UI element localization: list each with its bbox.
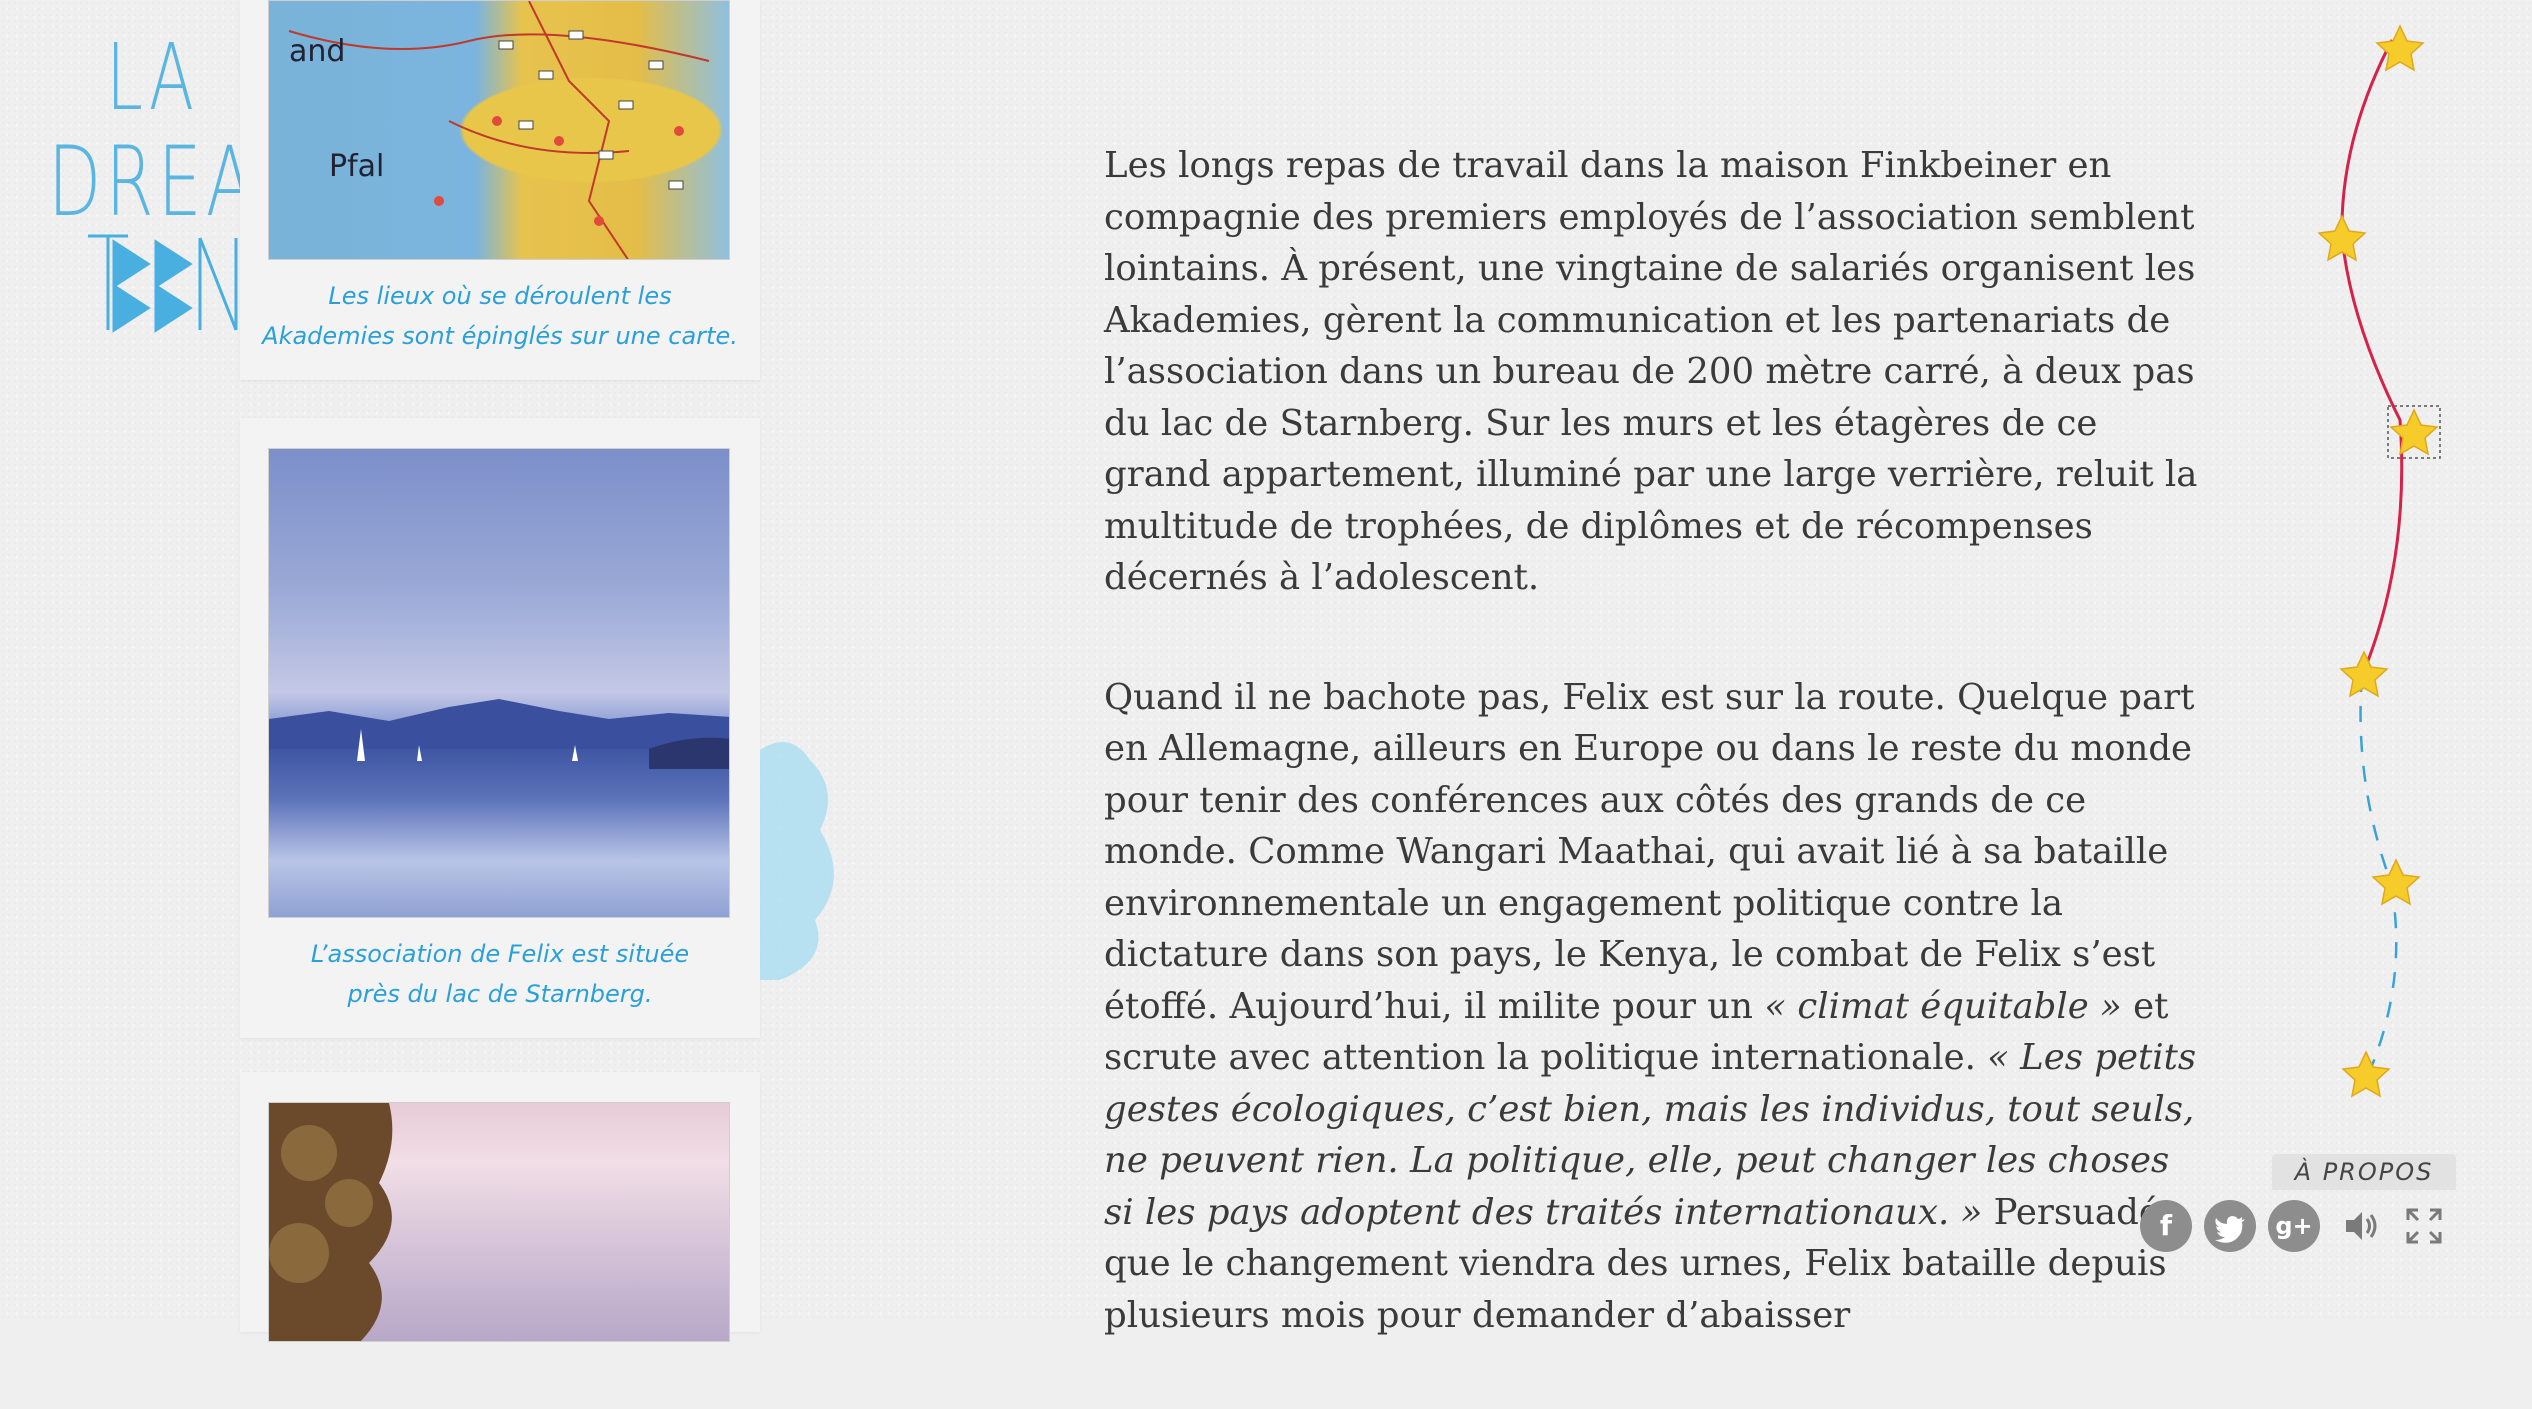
- photo-card-map: and Pfal Les lieux où se déroulent les A…: [240, 0, 760, 380]
- paragraph-2-quote-1: « climat équitable »: [1764, 985, 2122, 1027]
- caption-line-2: Akademies sont épinglés sur une carte.: [262, 322, 738, 350]
- article-paragraph-2: Quand il ne bachote pas, Felix est sur l…: [1104, 672, 2204, 1342]
- map-photo-caption: Les lieux où se déroulent les Akademies …: [240, 276, 760, 356]
- google-plus-share-button[interactable]: g+: [2268, 1200, 2320, 1252]
- lake-photo-caption: L’association de Felix est située près d…: [240, 934, 760, 1014]
- sound-toggle-icon[interactable]: [2340, 1204, 2384, 1248]
- chapter-progress-track: [2317, 24, 2441, 1098]
- logo-line-1: LA: [106, 24, 199, 131]
- facebook-icon: f: [2159, 1209, 2173, 1242]
- photo-card-lake: L’association de Felix est située près d…: [240, 418, 760, 1038]
- sunset-photo: [268, 1102, 730, 1342]
- caption-line-1: L’association de Felix est située: [310, 940, 690, 968]
- about-link[interactable]: À PROPOS: [2272, 1154, 2456, 1190]
- facebook-share-button[interactable]: f: [2140, 1200, 2192, 1252]
- chapter-star-1[interactable]: [2375, 24, 2425, 72]
- twitter-share-button[interactable]: [2204, 1200, 2256, 1252]
- logo-teen-mark: [88, 234, 238, 333]
- google-plus-icon: g+: [2275, 1212, 2313, 1240]
- chapter-star-2[interactable]: [2317, 214, 2367, 262]
- svg-text:Pfal: Pfal: [329, 149, 384, 184]
- twitter-icon: [2215, 1216, 2245, 1243]
- chapter-star-6[interactable]: [2341, 1050, 2391, 1098]
- article-body: Les longs repas de travail dans la maiso…: [1104, 140, 2204, 1409]
- caption-line-1: Les lieux où se déroulent les: [328, 282, 672, 310]
- caption-line-2: près du lac de Starnberg.: [347, 980, 653, 1008]
- map-photo: and Pfal: [268, 0, 730, 260]
- photo-column: and Pfal Les lieux où se déroulent les A…: [240, 0, 760, 1342]
- fullscreen-icon[interactable]: [2402, 1204, 2446, 1248]
- watercolor-splash: [760, 742, 834, 980]
- svg-text:and: and: [289, 34, 345, 69]
- paragraph-2-text-a: Quand il ne bachote pas, Felix est sur l…: [1104, 676, 2195, 1027]
- chapter-star-4[interactable]: [2339, 650, 2389, 698]
- chapter-star-5[interactable]: [2371, 858, 2421, 906]
- site-logo[interactable]: LA DREAM: [48, 24, 317, 344]
- bottom-toolbar: f g+: [2140, 1196, 2460, 1256]
- progress-line-read: [2340, 39, 2404, 677]
- photo-card-sunset: [240, 1072, 760, 1342]
- lake-photo: [268, 448, 730, 918]
- article-paragraph-1: Les longs repas de travail dans la maiso…: [1104, 145, 2198, 598]
